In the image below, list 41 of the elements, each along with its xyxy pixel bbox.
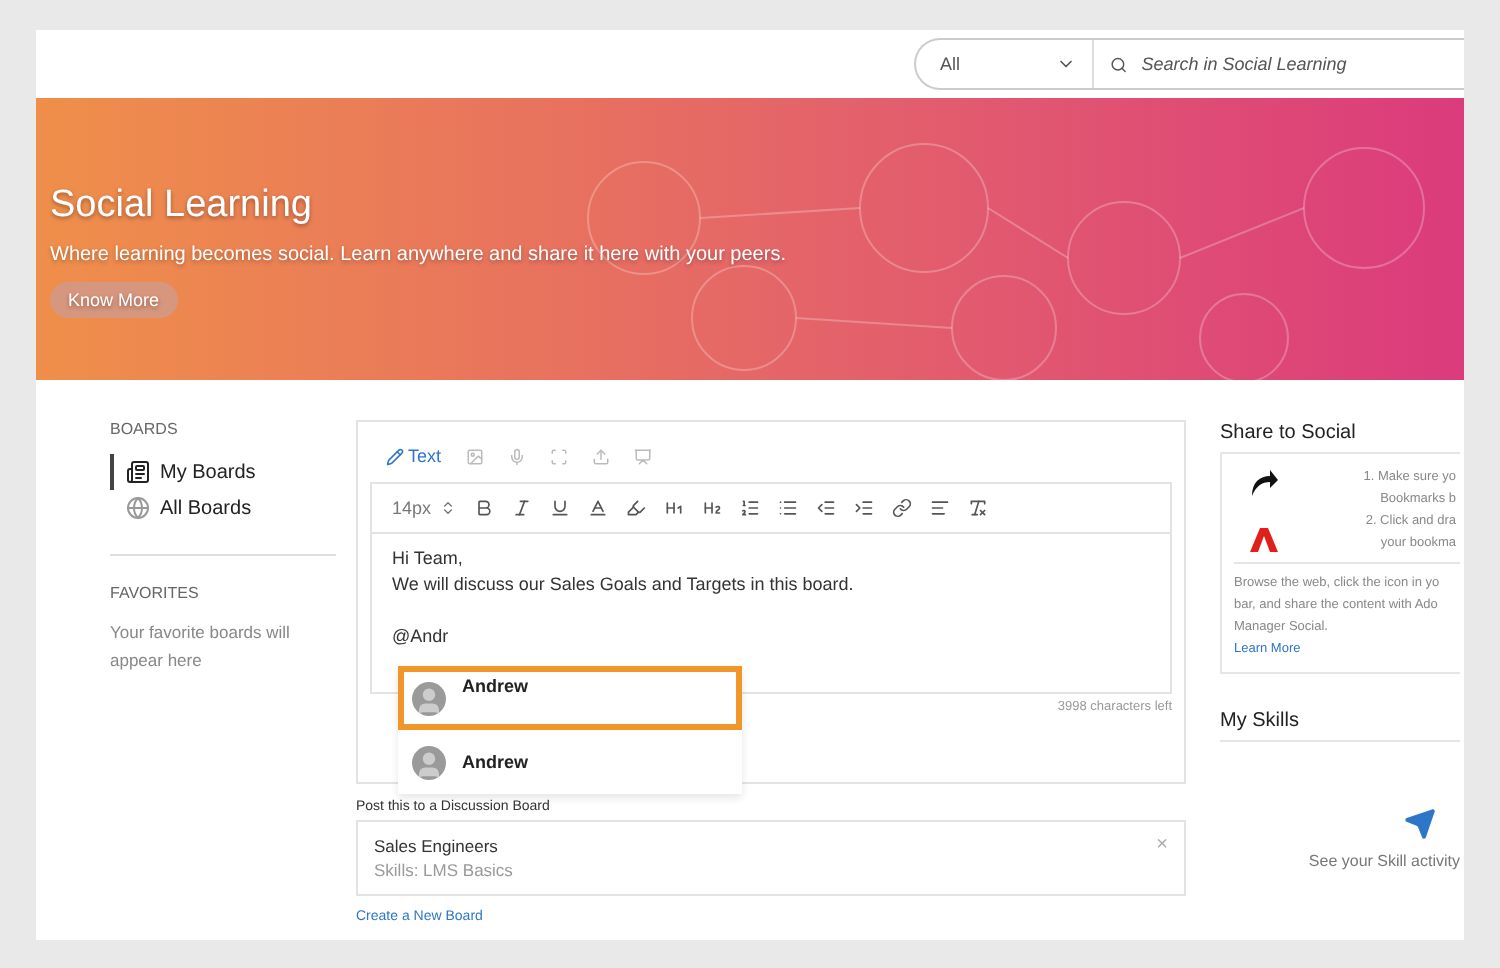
curved-arrow-icon	[1248, 466, 1280, 498]
indent-icon[interactable]	[853, 498, 874, 518]
section-heading: My Skills	[1220, 708, 1460, 742]
message-text[interactable]: Hi Team, We will discuss our Sales Goals and Targets in this board. @Andr	[372, 534, 874, 650]
sidebar-item[interactable]: All Boards	[110, 490, 336, 526]
section-heading: FAVORITES	[110, 584, 201, 602]
section-heading: Share to Social	[1220, 420, 1358, 446]
text-tab[interactable]: Text	[386, 446, 442, 466]
filter-dropdown[interactable]: All	[916, 40, 1095, 88]
link-icon[interactable]	[891, 498, 912, 518]
sidebar-item[interactable]: My Boards	[110, 454, 336, 490]
numbered-list-icon[interactable]	[739, 498, 760, 518]
empty-message: Your favorite boards will appear here	[110, 620, 292, 674]
mention-item[interactable]: Andrew	[398, 730, 742, 794]
avatar-icon	[412, 681, 446, 715]
outdent-icon[interactable]	[815, 498, 836, 518]
align-left-icon[interactable]	[929, 498, 950, 518]
paper-plane-icon	[1404, 808, 1436, 840]
italic-icon[interactable]	[511, 498, 532, 518]
board-icon	[126, 460, 150, 484]
board-selection: Sales Engineers Skills: LMS Basics ×	[356, 820, 1186, 896]
section-heading: BOARDS	[110, 420, 180, 438]
pencil-icon	[386, 447, 404, 465]
empty-message: See your Skill activity	[1306, 852, 1460, 870]
clear-format-icon[interactable]	[967, 498, 988, 518]
logo-icon	[1250, 526, 1278, 554]
mention-item[interactable]: Andrew	[398, 666, 742, 730]
highlight-icon[interactable]	[625, 498, 646, 518]
bold-icon[interactable]	[473, 498, 494, 518]
stepper-icon	[439, 500, 456, 516]
globe-icon	[126, 496, 150, 520]
avatar-icon	[412, 745, 446, 779]
underline-icon[interactable]	[549, 498, 570, 518]
banner-title: Social Learning	[50, 184, 314, 228]
heading-two-icon[interactable]	[701, 498, 722, 518]
banner-subtitle: Where learning becomes social. Learn anywhere and share it here with your peers.	[50, 244, 788, 266]
heading-one-icon[interactable]	[663, 498, 684, 518]
font-size-select[interactable]: 14px	[392, 498, 456, 518]
text-color-icon[interactable]	[587, 498, 608, 518]
search-bar[interactable]: All Search in Social Learning	[914, 38, 1464, 90]
search-icon	[1110, 55, 1128, 73]
